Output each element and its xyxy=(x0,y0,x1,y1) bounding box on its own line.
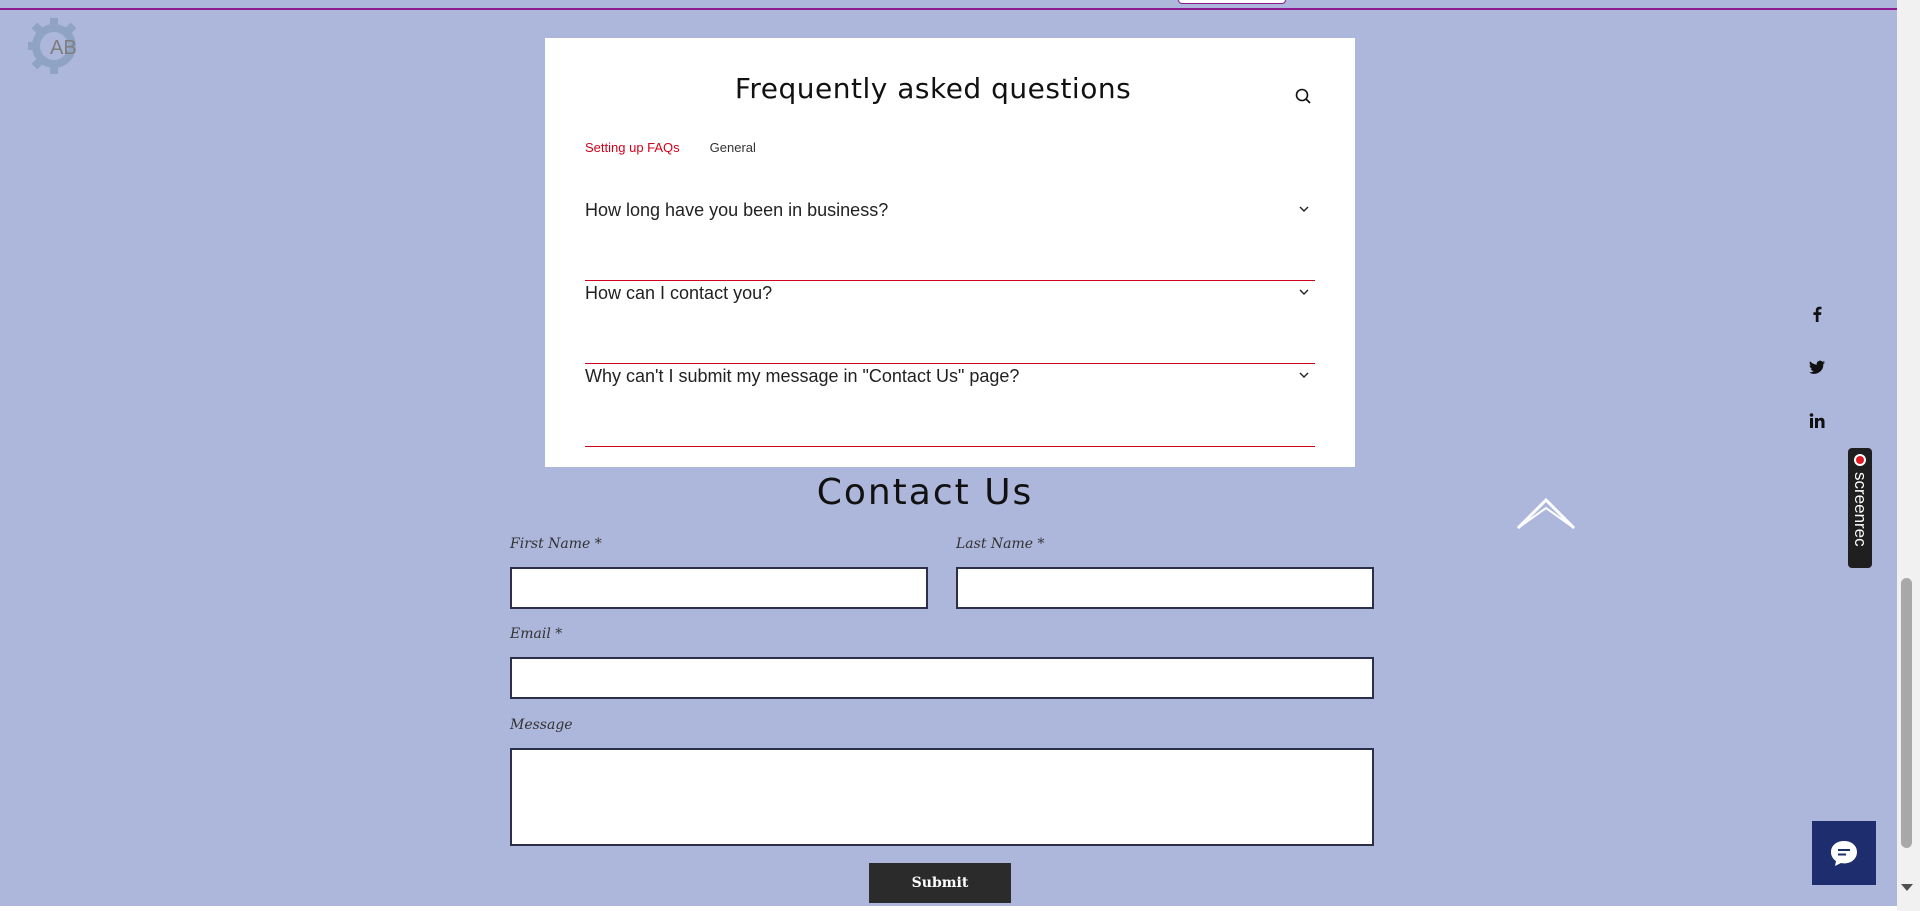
linkedin-icon[interactable] xyxy=(1806,410,1828,432)
chat-icon xyxy=(1831,841,1857,866)
last-name-field[interactable] xyxy=(956,567,1374,609)
faq-card: Frequently asked questions Setting up FA… xyxy=(545,38,1355,467)
screenrec-widget[interactable]: screenrec xyxy=(1848,448,1872,568)
email-field[interactable] xyxy=(510,657,1374,699)
submit-button[interactable]: Submit xyxy=(869,863,1011,903)
bottom-edge xyxy=(0,906,1897,911)
scroll-down-arrow-icon[interactable] xyxy=(1901,884,1913,891)
tab-general[interactable]: General xyxy=(710,140,756,155)
faq-title: Frequently asked questions xyxy=(734,72,1132,105)
chevron-down-icon xyxy=(1299,372,1309,378)
faq-question: How long have you been in business? xyxy=(585,200,889,220)
first-name-field[interactable] xyxy=(510,567,928,609)
email-label: Email * xyxy=(510,626,563,642)
gear-logo-icon[interactable]: AB xyxy=(28,16,88,76)
record-icon xyxy=(1854,454,1866,466)
faq-item[interactable]: Why can't I submit my message in "Contac… xyxy=(585,364,1315,447)
search-icon[interactable] xyxy=(1293,86,1315,108)
chevron-down-icon xyxy=(1299,289,1309,295)
twitter-icon[interactable] xyxy=(1806,356,1828,378)
scrollbar[interactable] xyxy=(1897,0,1920,911)
message-field[interactable] xyxy=(510,748,1374,846)
chat-button[interactable] xyxy=(1812,821,1876,885)
top-tab-edge xyxy=(1178,0,1286,4)
chevron-down-icon xyxy=(1299,206,1309,212)
screenrec-label: screenrec xyxy=(1851,472,1870,547)
faq-item[interactable]: How can I contact you? xyxy=(585,281,1315,364)
first-name-label: First Name * xyxy=(510,536,602,552)
faq-question: Why can't I submit my message in "Contac… xyxy=(585,366,1020,386)
tab-setting-up-faqs[interactable]: Setting up FAQs xyxy=(585,140,680,155)
logo-text: AB xyxy=(50,37,77,59)
faq-list: How long have you been in business? How … xyxy=(585,198,1315,447)
scrollbar-thumb[interactable] xyxy=(1901,578,1912,848)
faq-item[interactable]: How long have you been in business? xyxy=(585,198,1315,281)
top-accent-line xyxy=(0,8,1897,10)
faq-question: How can I contact you? xyxy=(585,283,773,303)
facebook-icon[interactable] xyxy=(1806,303,1828,325)
message-label: Message xyxy=(510,717,573,733)
faq-tabs: Setting up FAQs General xyxy=(585,140,756,155)
contact-title: Contact Us xyxy=(816,472,1034,513)
back-to-top-icon[interactable] xyxy=(1514,490,1578,534)
last-name-label: Last Name * xyxy=(956,536,1045,552)
